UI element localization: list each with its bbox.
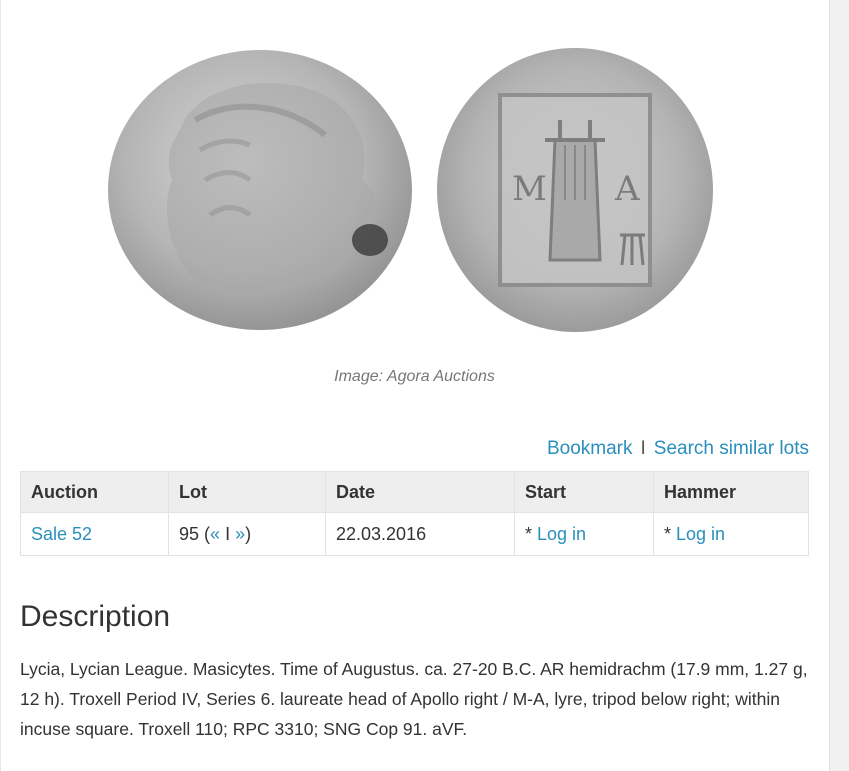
column-header-start: Start	[514, 471, 654, 513]
start-login-link[interactable]: Log in	[537, 524, 586, 544]
date-cell: 22.03.2016	[325, 512, 515, 556]
table-header-row: Auction Lot Date Start Hammer	[20, 471, 809, 513]
start-asterisk: *	[525, 523, 538, 544]
description-heading: Description	[20, 600, 171, 633]
coin-obverse	[108, 50, 412, 330]
column-header-lot: Lot	[168, 471, 326, 513]
scrollbar-track[interactable]	[829, 0, 849, 771]
bookmark-link[interactable]: Bookmark	[547, 438, 633, 459]
hammer-asterisk: *	[664, 523, 677, 544]
column-header-auction: Auction	[20, 471, 169, 513]
hammer-cell: * Log in	[653, 512, 809, 556]
search-similar-lots-link[interactable]: Search similar lots	[654, 438, 809, 459]
next-lot-link[interactable]: »	[235, 524, 245, 544]
coin-reverse: M A	[437, 48, 713, 332]
previous-lot-link[interactable]: «	[210, 524, 220, 544]
table-row: Sale 52 95 (« I ») 22.03.2016 * Log in *…	[20, 512, 809, 556]
column-header-date: Date	[325, 471, 515, 513]
svg-text:A: A	[614, 169, 640, 209]
column-header-hammer: Hammer	[653, 471, 809, 513]
description-text: Lycia, Lycian League. Masicytes. Time of…	[20, 659, 808, 739]
lot-paren-close: )	[245, 523, 252, 544]
lot-cell: 95 (« I »)	[168, 512, 326, 556]
lot-number: 95	[179, 523, 200, 544]
hammer-login-link[interactable]: Log in	[676, 524, 725, 544]
lot-actions: Bookmark I Search similar lots	[547, 438, 809, 460]
auction-link[interactable]: Sale 52	[31, 524, 92, 544]
actions-separator: I	[640, 438, 646, 459]
lot-table: Auction Lot Date Start Hammer Sale 52 95…	[20, 471, 809, 556]
image-caption: Image: Agora Auctions	[334, 368, 495, 385]
svg-text:M: M	[512, 169, 547, 209]
auction-cell: Sale 52	[20, 512, 169, 556]
lot-nav-separator: I	[225, 523, 231, 544]
coin-image[interactable]: M A	[100, 40, 740, 340]
start-cell: * Log in	[514, 512, 654, 556]
